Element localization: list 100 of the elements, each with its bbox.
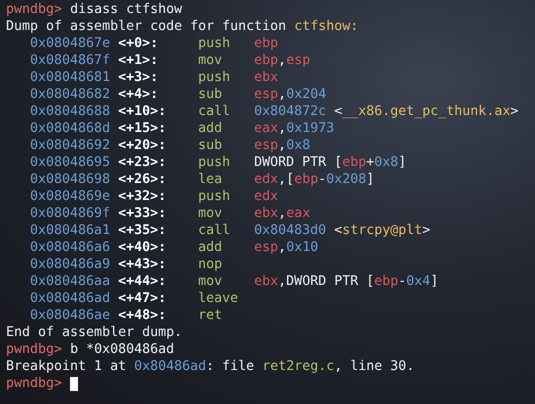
output-text: , [278,86,286,103]
instruction-mnemonic: add [198,120,224,137]
instruction-address: 0x080486ae [30,307,112,324]
instruction-address: 0x08048692 [30,137,112,154]
instruction-offset: <+4>: [118,86,160,103]
hex-number: 0x208 [326,171,366,188]
symbol-name: strcpy@plt [342,222,422,239]
register-token: ebp [294,171,318,188]
hex-number: 0x1973 [286,120,334,137]
output-text: ,DWORD PTR [ [278,273,374,290]
output-text: ,[ [278,171,294,188]
instruction-mnemonic: nop [198,256,224,273]
instruction-address: 0x0804868d [30,120,112,137]
output-text: < [333,222,342,239]
instruction-mnemonic: mov [198,205,224,222]
instruction-address: 0x08048698 [30,171,112,188]
instruction-address: 0x080486aa [30,273,112,290]
register-token: ebx [254,205,278,222]
output-text: , [278,137,286,154]
shell-prompt: pwndbg> [6,341,62,358]
instruction-offset: <+47>: [118,290,168,307]
instruction-offset: <+3>: [118,69,160,86]
instruction-address: 0x0804869f [30,205,112,222]
instruction-address: 0x080486a1 [30,222,112,239]
hex-number: 0x8 [374,154,398,171]
instruction-address: 0x08048682 [30,86,112,103]
output-text: , [278,120,286,137]
hex-number: 0x80486ad [134,358,206,375]
instruction-address: 0x08048695 [30,154,112,171]
output-text: - [318,171,326,188]
output-text: , line 30. [334,358,414,375]
output-text: ] [430,273,438,290]
output-text: Dump of assembler code for function [6,18,288,35]
output-text: + [366,154,374,171]
shell-prompt: pwndbg> [6,1,62,18]
instruction-address: 0x08048688 [30,103,112,120]
register-token: edx [254,171,278,188]
instruction-mnemonic: push [198,69,232,86]
hex-number: 0x4 [406,273,430,290]
instruction-offset: <+1>: [118,52,160,69]
command-text: b *0x080486ad [69,341,174,358]
instruction-mnemonic: sub [198,137,224,154]
instruction-offset: <+43>: [118,256,168,273]
instruction-mnemonic: lea [198,171,224,188]
register-token: eax [254,120,278,137]
register-token: ebx [254,69,278,86]
instruction-offset: <+33>: [118,205,168,222]
instruction-address: 0x080486a6 [30,239,112,256]
instruction-mnemonic: push [198,154,232,171]
hex-number: 0x80483d0 [254,222,326,239]
instruction-address: 0x080486ad [30,290,112,307]
instruction-offset: <+10>: [118,103,168,120]
hex-number: 0x8 [286,137,310,154]
register-token: ebx [254,273,278,290]
instruction-mnemonic: leave [198,290,240,307]
instruction-offset: <+20>: [118,137,168,154]
instruction-mnemonic: call [198,222,232,239]
instruction-mnemonic: call [198,103,232,120]
output-text: , [278,205,286,222]
register-token: edx [254,188,278,205]
instruction-offset: <+48>: [118,307,168,324]
output-text: ] [366,171,374,188]
instruction-offset: <+40>: [118,239,168,256]
output-text: < [333,103,342,120]
symbol-name: __x86.get_pc_thunk.ax [342,103,510,120]
instruction-address: 0x0804867f [30,52,112,69]
symbol-name: ctfshow: [294,18,358,35]
output-text: > [422,222,430,239]
instruction-offset: <+15>: [118,120,168,137]
instruction-mnemonic: push [198,188,232,205]
instruction-mnemonic: add [198,239,224,256]
register-token: ebp [374,273,398,290]
hex-number: 0x10 [286,239,318,256]
output-text: Breakpoint 1 at [6,358,128,375]
instruction-address: 0x080486a9 [30,256,112,273]
instruction-mnemonic: sub [198,86,224,103]
register-token: esp [254,86,278,103]
register-token: ebp [342,154,366,171]
hex-number: 0x804872c [254,103,326,120]
file-name: ret2reg.c [262,358,334,375]
instruction-offset: <+35>: [118,222,168,239]
output-text: : file [206,358,256,375]
register-token: esp [254,239,278,256]
register-token: eax [286,205,310,222]
output-text: DWORD PTR [ [254,154,342,171]
instruction-mnemonic: mov [198,273,224,290]
output-text: > [510,103,518,120]
register-token: esp [286,52,310,69]
instruction-offset: <+26>: [118,171,168,188]
instruction-offset: <+32>: [118,188,168,205]
register-token: esp [254,137,278,154]
register-token: ebp [254,52,278,69]
instruction-mnemonic: ret [198,307,224,324]
instruction-address: 0x0804869e [30,188,112,205]
instruction-offset: <+44>: [118,273,168,290]
output-text: - [398,273,406,290]
instruction-offset: <+0>: [118,35,160,52]
output-text: End of assembler dump. [6,324,182,341]
instruction-offset: <+23>: [118,154,168,171]
shell-prompt: pwndbg> [6,375,62,392]
